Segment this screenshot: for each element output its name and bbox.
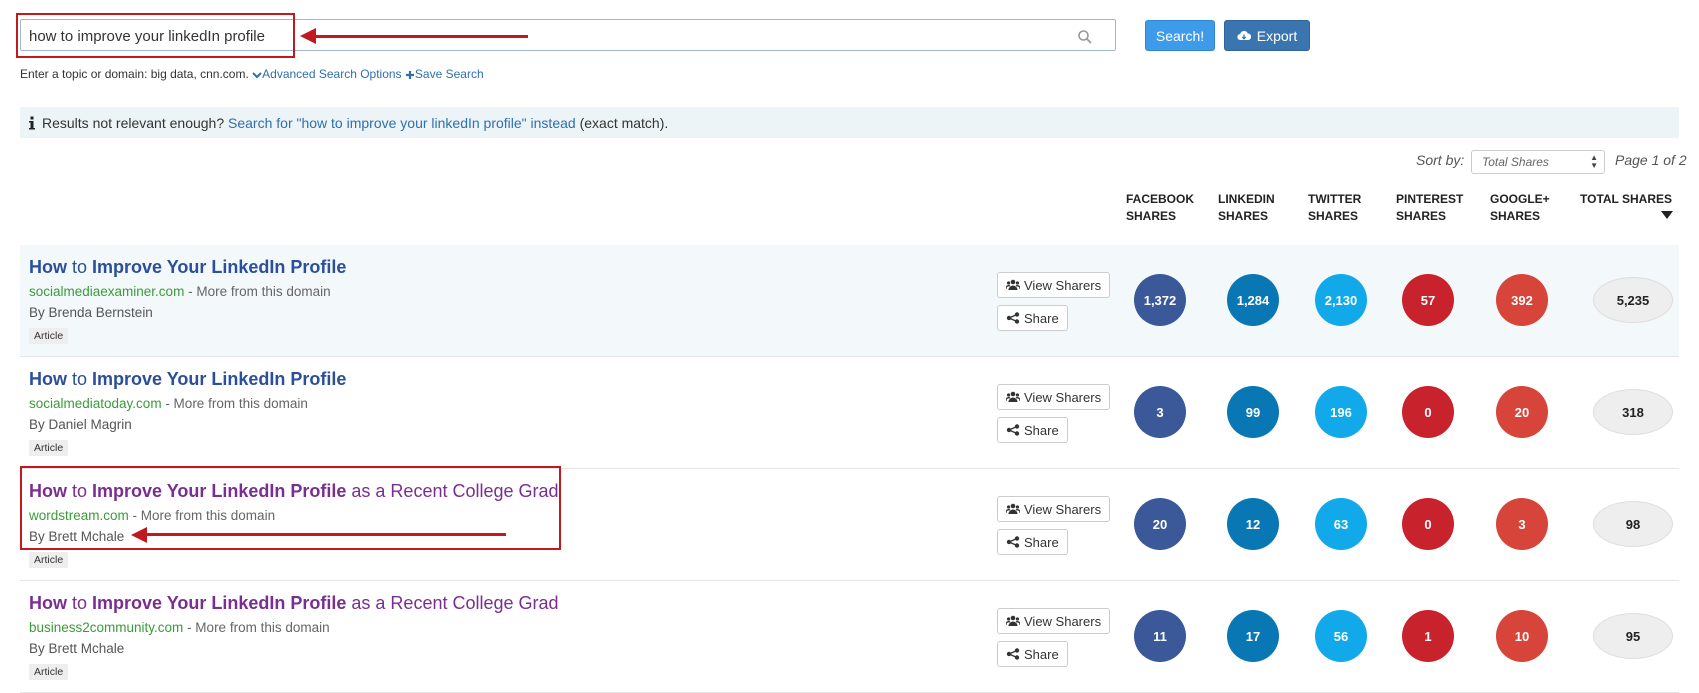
result-author[interactable]: By Daniel Magrin [29,417,132,432]
select-arrows-icon: ▲ ▼ [1590,153,1598,170]
view-sharers-button[interactable]: View Sharers [997,496,1111,522]
chevron-down-icon [252,72,262,79]
share-icon [1006,424,1020,436]
result-domain: socialmediatoday.com - More from this do… [29,396,308,411]
more-from-domain-link[interactable]: - More from this domain [184,284,331,299]
pinterest-shares-count: 0 [1402,386,1454,438]
more-from-domain-link[interactable]: - More from this domain [162,396,308,411]
googleplus-shares-count: 3 [1496,498,1548,550]
linkedin-shares-count: 1,284 [1227,274,1279,326]
column-pinterest-shares[interactable]: PINTEREST SHARES [1396,191,1463,225]
export-button[interactable]: Export [1224,20,1310,51]
users-icon [1006,279,1020,290]
users-icon [1006,503,1020,514]
sort-select[interactable]: Total Shares ▲ ▼ [1471,150,1605,174]
search-hint-text: Enter a topic or domain: big data, cnn.c… [20,67,249,81]
result-author[interactable]: By Brenda Bernstein [29,305,153,320]
pinterest-shares-count: 1 [1402,610,1454,662]
share-button[interactable]: Share [997,641,1068,667]
users-icon [1006,391,1020,402]
users-icon [1006,615,1020,626]
twitter-shares-count: 63 [1315,498,1367,550]
search-icon[interactable] [1077,29,1093,45]
total-shares-count: 5,235 [1593,277,1673,323]
result-type-badge: Article [29,328,69,344]
view-sharers-button[interactable]: View Sharers [997,608,1111,634]
result-author[interactable]: By Brett Mchale [29,641,124,656]
share-button[interactable]: Share [997,305,1068,331]
info-bar: Results not relevant enough? Search for … [20,107,1679,138]
search-button[interactable]: Search! [1145,20,1215,51]
annotation-arrow-line-2 [145,533,506,536]
result-domain: business2community.com - More from this … [29,620,330,635]
result-row: How to Improve Your LinkedIn Profile as … [20,581,1679,693]
share-icon [1006,648,1020,660]
share-button[interactable]: Share [997,417,1068,443]
annotation-row-box [20,466,561,550]
save-search-link[interactable]: Save Search [405,67,484,81]
column-linkedin-shares[interactable]: LINKEDIN SHARES [1218,191,1275,225]
share-icon [1006,536,1020,548]
info-icon [29,116,35,129]
search-hint: Enter a topic or domain: big data, cnn.c… [20,67,484,81]
result-row: How to Improve Your LinkedIn Profile soc… [20,245,1679,357]
info-suffix: (exact match). [579,114,669,131]
result-title-link[interactable]: How to Improve Your LinkedIn Profile [29,257,346,278]
info-prefix: Results not relevant enough? [42,114,225,131]
pinterest-shares-count: 57 [1402,274,1454,326]
result-type-badge: Article [29,664,69,680]
advanced-search-link[interactable]: Advanced Search Options [252,67,405,81]
domain-link[interactable]: business2community.com [29,620,183,635]
total-shares-count: 318 [1593,389,1673,435]
page-indicator: Page 1 of 2 [1615,152,1687,168]
sort-desc-icon [1661,211,1673,219]
result-type-badge: Article [29,552,69,568]
annotation-arrow-line [314,35,528,38]
share-icon [1006,312,1020,324]
total-shares-count: 95 [1593,613,1673,659]
result-row: How to Improve Your LinkedIn Profile soc… [20,357,1679,469]
view-sharers-button[interactable]: View Sharers [997,384,1111,410]
facebook-shares-count: 11 [1134,610,1186,662]
domain-link[interactable]: socialmediaexaminer.com [29,284,184,299]
facebook-shares-count: 3 [1134,386,1186,438]
linkedin-shares-count: 12 [1227,498,1279,550]
export-button-label: Export [1256,27,1298,44]
linkedin-shares-count: 17 [1227,610,1279,662]
pinterest-shares-count: 0 [1402,498,1454,550]
twitter-shares-count: 2,130 [1315,274,1367,326]
sort-selected-value: Total Shares [1482,155,1549,169]
twitter-shares-count: 56 [1315,610,1367,662]
googleplus-shares-count: 10 [1496,610,1548,662]
more-from-domain-link[interactable]: - More from this domain [183,620,330,635]
search-button-label: Search! [1155,27,1205,44]
column-total-shares[interactable]: TOTAL SHARES [1580,191,1672,208]
annotation-query-box [16,13,295,58]
column-facebook-shares[interactable]: FACEBOOK SHARES [1126,191,1194,225]
result-title-link[interactable]: How to Improve Your LinkedIn Profile as … [29,593,559,614]
googleplus-shares-count: 20 [1496,386,1548,438]
facebook-shares-count: 1,372 [1134,274,1186,326]
column-googleplus-shares[interactable]: GOOGLE+ SHARES [1490,191,1550,225]
result-title-link[interactable]: How to Improve Your LinkedIn Profile [29,369,346,390]
twitter-shares-count: 196 [1315,386,1367,438]
view-sharers-button[interactable]: View Sharers [997,272,1111,298]
total-shares-count: 98 [1593,501,1673,547]
cloud-download-icon [1237,30,1251,40]
googleplus-shares-count: 392 [1496,274,1548,326]
facebook-shares-count: 20 [1134,498,1186,550]
exact-match-link[interactable]: Search for "how to improve your linkedIn… [228,115,576,131]
share-button[interactable]: Share [997,529,1068,555]
result-domain: socialmediaexaminer.com - More from this… [29,284,331,299]
linkedin-shares-count: 99 [1227,386,1279,438]
domain-link[interactable]: socialmediatoday.com [29,396,162,411]
column-twitter-shares[interactable]: TWITTER SHARES [1308,191,1361,225]
sort-label: Sort by: [1416,152,1465,168]
result-type-badge: Article [29,440,69,456]
plus-icon [405,70,414,79]
